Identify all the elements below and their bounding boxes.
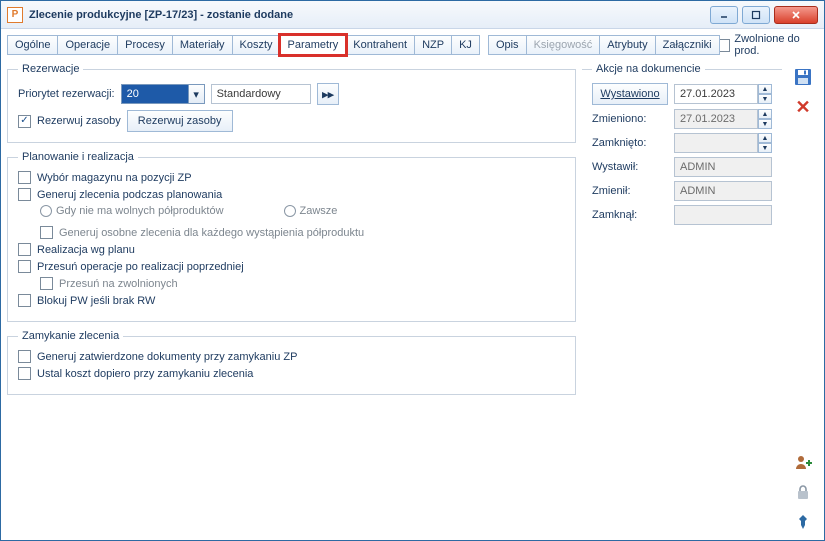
rezerwuj-zasoby-label: Rezerwuj zasoby	[37, 115, 121, 127]
radio-zawsze: Zawsze	[284, 205, 338, 217]
zmieniono-label: Zmieniono:	[592, 113, 668, 125]
zamknieto-date	[674, 133, 758, 153]
realizacja-wg-label: Realizacja wg planu	[37, 244, 135, 256]
zmieniono-spinner: ▲▼	[758, 109, 772, 129]
titlebar: P Zlecenie produkcyjne [ZP-17/23] - zost…	[1, 1, 824, 29]
generuj-osobne-checkbox	[40, 226, 53, 239]
app-icon: P	[7, 7, 23, 23]
chevron-down-icon[interactable]: ▾	[188, 85, 204, 103]
tab-nzp[interactable]: NZP	[414, 35, 452, 55]
chevron-down-icon: ▼	[758, 143, 772, 153]
maximize-button[interactable]	[742, 6, 770, 24]
window-title: Zlecenie produkcyjne [ZP-17/23] - zostan…	[29, 9, 293, 21]
tab-bar: Ogólne Operacje Procesy Materiały Koszty…	[7, 33, 818, 57]
zwolnione-label: Zwolnione do prod.	[734, 33, 818, 57]
blokuj-pw-label: Blokuj PW jeśli brak RW	[37, 295, 155, 307]
wybor-magazynu-label: Wybór magazynu na pozycji ZP	[37, 172, 192, 184]
tab-materialy[interactable]: Materiały	[172, 35, 233, 55]
tab-opis[interactable]: Opis	[488, 35, 527, 55]
pin-icon[interactable]	[791, 510, 815, 534]
window: P Zlecenie produkcyjne [ZP-17/23] - zost…	[0, 0, 825, 541]
tab-operacje[interactable]: Operacje	[57, 35, 118, 55]
tab-kontrahent[interactable]: Kontrahent	[345, 35, 415, 55]
radio-gdy-nie-ma: Gdy nie ma wolnych półproduktów	[40, 205, 224, 217]
tab-koszty[interactable]: Koszty	[232, 35, 281, 55]
group-rezerwacje: Rezerwacje Priorytet rezerwacji: 20 ▾ St…	[7, 63, 576, 143]
user-plus-icon[interactable]	[791, 450, 815, 474]
wystawil-label: Wystawił:	[592, 161, 668, 173]
zwolnione-checkbox[interactable]	[719, 39, 731, 52]
ustal-koszt-checkbox[interactable]	[18, 367, 31, 380]
chevron-down-icon: ▼	[758, 119, 772, 129]
tab-procesy[interactable]: Procesy	[117, 35, 173, 55]
tab-ogolne[interactable]: Ogólne	[7, 35, 58, 55]
przesun-operacje-label: Przesuń operacje po realizacji poprzedni…	[37, 261, 244, 273]
lock-icon[interactable]	[791, 480, 815, 504]
chevron-up-icon: ▲	[758, 109, 772, 119]
generuj-zatw-label: Generuj zatwierdzone dokumenty przy zamy…	[37, 351, 297, 363]
wystawil-value: ADMIN	[674, 157, 772, 177]
save-icon[interactable]	[791, 65, 815, 89]
standardowy-field[interactable]: Standardowy	[211, 84, 311, 104]
group-zamykanie: Zamykanie zlecenia Generuj zatwierdzone …	[7, 330, 576, 395]
blokuj-pw-checkbox[interactable]	[18, 294, 31, 307]
group-akcje: Akcje na dokumencie Wystawiono 27.01.202…	[582, 63, 782, 239]
group-planowanie: Planowanie i realizacja Wybór magazynu n…	[7, 151, 576, 322]
zmienil-value: ADMIN	[674, 181, 772, 201]
chevron-down-icon[interactable]: ▼	[758, 94, 772, 104]
wybor-magazynu-checkbox[interactable]	[18, 171, 31, 184]
zamknal-value	[674, 205, 772, 225]
wystawiono-date[interactable]: 27.01.2023	[674, 84, 758, 104]
rezerwuj-zasoby-button[interactable]: Rezerwuj zasoby	[127, 110, 233, 132]
priorytet-combo[interactable]: 20 ▾	[121, 84, 205, 104]
chevron-up-icon: ▲	[758, 133, 772, 143]
side-toolbar: ✕	[788, 63, 818, 534]
generuj-osobne-label: Generuj osobne zlecenia dla każdego wyst…	[59, 227, 364, 239]
radio-icon	[284, 205, 296, 217]
zmienil-label: Zmienił:	[592, 185, 668, 197]
generuj-zlecenia-label: Generuj zlecenia podczas planowania	[37, 189, 222, 201]
przesun-operacje-checkbox[interactable]	[18, 260, 31, 273]
zamknal-label: Zamknął:	[592, 209, 668, 221]
tab-atrybuty[interactable]: Atrybuty	[599, 35, 655, 55]
radio-icon	[40, 205, 52, 217]
delete-icon[interactable]: ✕	[791, 95, 815, 119]
generuj-zlecenia-checkbox[interactable]	[18, 188, 31, 201]
tab-ksiegowosc[interactable]: Księgowość	[526, 35, 601, 55]
close-button[interactable]	[774, 6, 818, 24]
legend-rezerwacje: Rezerwacje	[18, 63, 83, 75]
rezerwuj-zasoby-checkbox[interactable]	[18, 115, 31, 128]
fast-forward-button[interactable]: ▶▶	[317, 83, 339, 105]
zamknieto-spinner: ▲▼	[758, 133, 772, 153]
zamknieto-label: Zamknięto:	[592, 137, 668, 149]
zwolnione-do-prod[interactable]: Zwolnione do prod.	[719, 33, 818, 57]
minimize-button[interactable]	[710, 6, 738, 24]
przesun-na-zwol-label: Przesuń na zwolnionych	[59, 278, 178, 290]
realizacja-wg-checkbox[interactable]	[18, 243, 31, 256]
chevron-up-icon[interactable]: ▲	[758, 84, 772, 94]
legend-akcje: Akcje na dokumencie	[592, 63, 705, 75]
przesun-na-zwol-checkbox	[40, 277, 53, 290]
wystawiono-button[interactable]: Wystawiono	[592, 83, 668, 105]
ustal-koszt-label: Ustal koszt dopiero przy zamykaniu zlece…	[37, 368, 253, 380]
tab-kj[interactable]: KJ	[451, 35, 480, 55]
legend-zamykanie: Zamykanie zlecenia	[18, 330, 123, 342]
wystawiono-spinner[interactable]: ▲▼	[758, 84, 772, 104]
generuj-zatw-checkbox[interactable]	[18, 350, 31, 363]
tab-zalaczniki[interactable]: Załączniki	[655, 35, 720, 55]
legend-planowanie: Planowanie i realizacja	[18, 151, 138, 163]
priorytet-label: Priorytet rezerwacji:	[18, 88, 115, 100]
tab-parametry[interactable]: Parametry	[280, 35, 347, 55]
priorytet-value: 20	[122, 88, 188, 100]
zmieniono-date: 27.01.2023	[674, 109, 758, 129]
